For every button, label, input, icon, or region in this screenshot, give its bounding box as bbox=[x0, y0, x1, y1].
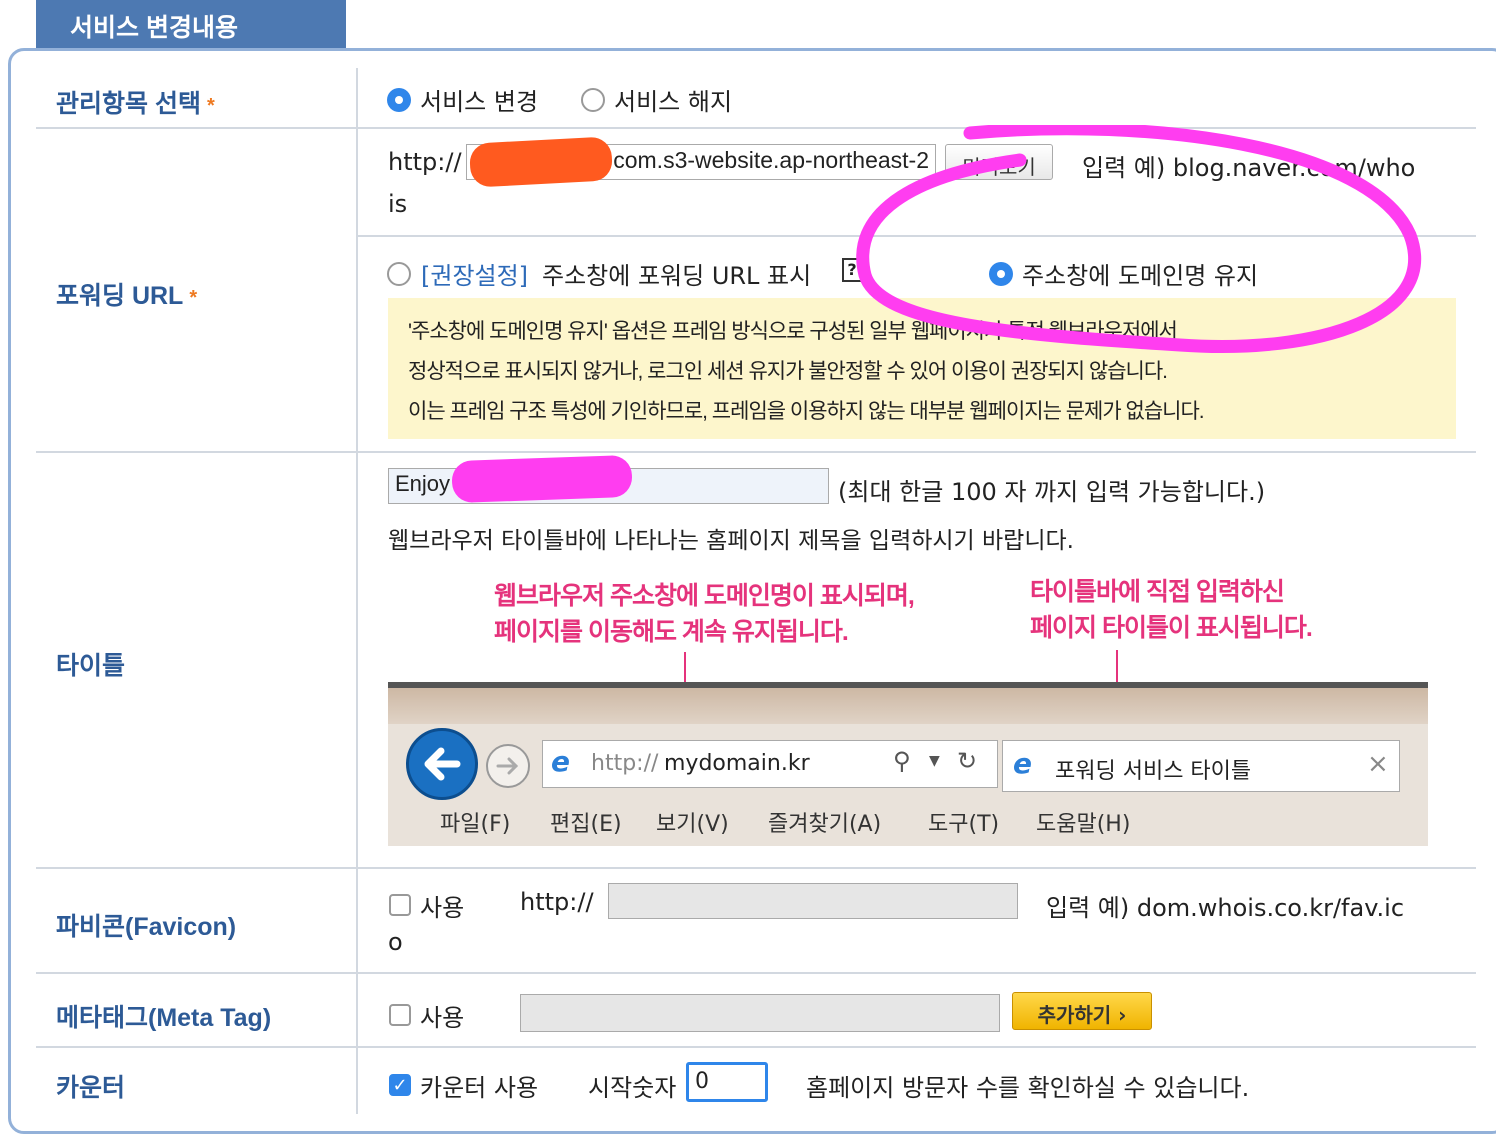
counter-start-input[interactable]: 0 bbox=[686, 1062, 768, 1102]
ie-logo-icon: e bbox=[551, 745, 570, 778]
show-forward-url-radio[interactable] bbox=[387, 262, 411, 286]
column-divider bbox=[356, 68, 358, 1114]
back-arrow-icon bbox=[406, 728, 478, 800]
service-cancel-label[interactable]: 서비스 해지 bbox=[614, 82, 732, 117]
manage-item-label: 관리항목 선택 * bbox=[56, 90, 215, 118]
refresh-icon: ↻ bbox=[957, 747, 978, 775]
counter-label: 카운터 bbox=[56, 1074, 126, 1102]
browser-menubar: 파일(F) 편집(E) 보기(V) 즐겨찾기(A) 도구(T) 도움말(H) bbox=[404, 798, 1428, 842]
favicon-url-prefix: http:// bbox=[520, 888, 594, 916]
menu-item: 도움말(H) bbox=[1036, 812, 1131, 837]
tab-title: 포워딩 서비스 타이틀 bbox=[1055, 759, 1252, 784]
counter-use-label[interactable]: 카운터 사용 bbox=[420, 1068, 538, 1103]
add-meta-button[interactable]: 추가하기 › bbox=[1012, 992, 1152, 1030]
title-description: 웹브라우저 타이틀바에 나타나는 홈페이지 제목을 입력하시기 바랍니다. bbox=[388, 528, 1074, 554]
forward-url-prefix: http:// bbox=[388, 148, 462, 176]
ie-logo-icon: e bbox=[1013, 747, 1032, 780]
forward-url-example-wrap: is bbox=[388, 190, 408, 218]
menu-item: 보기(V) bbox=[656, 812, 729, 837]
row-divider bbox=[36, 867, 1476, 869]
callout-address-bar: 웹브라우저 주소창에 도메인명이 표시되며, 페이지를 이동해도 계속 유지됩니… bbox=[494, 582, 915, 646]
callout-title-bar: 타이틀바에 직접 입력하신 페이지 타이틀이 표시됩니다. bbox=[1030, 578, 1313, 642]
forward-arrow-icon bbox=[486, 744, 530, 788]
redaction-scribble bbox=[451, 454, 633, 504]
browser-tab: e 포워딩 서비스 타이틀 × bbox=[1002, 740, 1400, 792]
service-change-label[interactable]: 서비스 변경 bbox=[420, 82, 538, 117]
search-icon: ⚲ bbox=[893, 747, 911, 775]
address-domain: mydomain.kr bbox=[664, 751, 810, 776]
forward-url-label: 포워딩 URL * bbox=[56, 282, 198, 310]
browser-address-bar: e http:// mydomain.kr ⚲ ▼ ↻ bbox=[542, 740, 998, 788]
annotation-circle bbox=[856, 125, 1422, 354]
counter-use-checkbox[interactable]: ✓ bbox=[389, 1074, 411, 1096]
service-change-radio[interactable] bbox=[387, 88, 411, 112]
dropdown-icon: ▼ bbox=[929, 753, 940, 769]
menu-item: 파일(F) bbox=[440, 812, 511, 837]
favicon-use-label[interactable]: 사용 bbox=[420, 888, 464, 923]
favicon-use-checkbox[interactable] bbox=[389, 894, 411, 916]
counter-description: 홈페이지 방문자 수를 확인하실 수 있습니다. bbox=[806, 1074, 1250, 1102]
favicon-label: 파비콘(Favicon) bbox=[56, 913, 237, 941]
counter-start-label: 시작숫자 bbox=[588, 1074, 677, 1102]
title-label: 타이틀 bbox=[56, 652, 126, 680]
close-icon: × bbox=[1367, 749, 1389, 779]
recommended-tag: [권장설정] bbox=[421, 262, 529, 290]
favicon-example-wrap: o bbox=[388, 928, 403, 956]
required-star-icon: * bbox=[206, 95, 215, 117]
menu-item: 즐겨찾기(A) bbox=[768, 812, 882, 837]
service-cancel-radio[interactable] bbox=[581, 88, 605, 112]
meta-use-label[interactable]: 사용 bbox=[420, 998, 464, 1033]
row-divider bbox=[36, 1046, 1476, 1048]
menu-item: 편집(E) bbox=[550, 812, 622, 837]
meta-tag-input[interactable] bbox=[520, 994, 1000, 1032]
browser-example-image: e http:// mydomain.kr ⚲ ▼ ↻ e 포워딩 서비스 타이… bbox=[388, 682, 1428, 846]
meta-use-checkbox[interactable] bbox=[389, 1004, 411, 1026]
row-divider bbox=[36, 451, 1476, 453]
redaction-scribble bbox=[468, 136, 614, 188]
section-title-tab: 서비스 변경내용 bbox=[36, 0, 346, 48]
row-divider bbox=[36, 972, 1476, 974]
menu-item: 도구(T) bbox=[928, 812, 1000, 837]
required-star-icon: * bbox=[189, 287, 198, 309]
notice-line: 이는 프레임 구조 특성에 기인하므로, 프레임을 이용하지 않는 대부분 웹페… bbox=[408, 400, 1205, 423]
meta-tag-label: 메타태그(Meta Tag) bbox=[56, 1004, 272, 1032]
favicon-example: 입력 예) dom.whois.co.kr/fav.ic bbox=[1046, 894, 1405, 922]
title-limit-note: (최대 한글 100 자 까지 입력 가능합니다.) bbox=[838, 478, 1266, 506]
show-forward-url-label[interactable]: 주소창에 포워딩 URL 표시 bbox=[542, 256, 811, 291]
favicon-url-input[interactable] bbox=[608, 883, 1018, 919]
browser-titlebar bbox=[388, 688, 1428, 724]
address-prefix: http:// bbox=[591, 751, 659, 776]
